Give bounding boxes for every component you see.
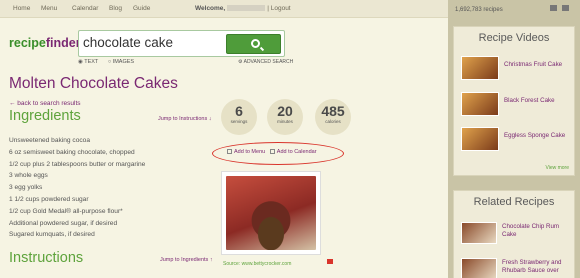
related-link[interactable]: Chocolate Chip Rum Cake [502,223,559,239]
add-to-calendar-button[interactable]: Add to Calendar [269,149,317,155]
share-icon[interactable] [550,5,557,11]
related-heading: Related Recipes [473,196,555,208]
video-link[interactable]: Eggless Sponge Cake [504,132,565,139]
ingredients-list: Unsweetened baking cocoa 6 oz semisweet … [9,135,145,241]
nav-calendar[interactable]: Calendar [72,5,98,12]
search-button[interactable] [226,34,281,54]
stat-calories: 485 calories [315,99,351,135]
recipe-actions: Add to Menu Add to Calendar [227,149,317,155]
view-more-link[interactable]: View more [545,165,569,171]
search-icon [251,39,260,48]
videos-heading: Recipe Videos [478,32,550,44]
video-thumb[interactable] [461,92,499,116]
calendar-icon [269,149,275,155]
welcome-text: Welcome, | Logout [195,5,291,12]
related-thumb[interactable] [461,222,497,244]
radio-text[interactable]: ◉ TEXT [78,59,102,65]
username-redacted [227,5,266,12]
list-item: 6 oz semisweet baking chocolate, chopped [9,148,135,156]
ingredients-heading: Ingredients [9,108,81,124]
list-item: Sugared kumquats, if desired [9,231,95,239]
nav-home[interactable]: Home [13,5,30,12]
list-item: 3 egg yolks [9,184,43,192]
molten-cake-image [226,176,316,250]
video-thumb[interactable] [461,56,499,80]
list-item: 3 whole eggs [9,172,48,180]
print-icon[interactable] [562,5,569,11]
add-to-menu-button[interactable]: Add to Menu [227,149,265,155]
jump-to-ingredients-link[interactable]: Jump to Ingredients ↑ [160,257,213,263]
radio-images[interactable]: ○ IMAGES [108,59,138,65]
list-item: 1/2 cup Gold Medal® all-purpose flour* [9,207,123,215]
related-thumb[interactable] [461,258,497,278]
instructions-heading: Instructions [9,250,84,266]
recipe-videos-panel: Recipe Videos Christmas Fruit Cake Black… [453,26,575,176]
recipe-title: Molten Chocolate Cakes [9,75,178,92]
jump-to-instructions-link[interactable]: Jump to Instructions ↓ [158,116,212,122]
video-link[interactable]: Black Forest Cake [504,97,555,104]
nav-menu[interactable]: Menu [41,5,57,12]
list-item: Additional powdered sugar, if desired [9,219,118,227]
video-link[interactable]: Christmas Fruit Cake [504,61,562,68]
search-mode: ◉ TEXT ○ IMAGES [78,59,142,65]
stat-minutes: 20 minutes [267,99,303,135]
list-item: 1/2 cup plus 2 tablespoons butter or mar… [9,160,146,168]
video-thumb[interactable] [461,127,499,151]
top-nav: Home Menu Calendar Blog Guide Welcome, | … [0,0,448,18]
search-input[interactable] [83,35,223,50]
recipe-photo [221,171,321,255]
back-to-results-link[interactable]: ← back to search results [9,100,81,107]
flag-icon[interactable] [327,259,333,264]
nav-blog[interactable]: Blog [109,5,122,12]
recipe-count: 1,692,783 recipes [455,7,503,13]
related-link[interactable]: Fresh Strawberry and Rhubarb Sauce over [502,259,562,275]
related-recipes-panel: Related Recipes Chocolate Chip Rum Cake F… [453,190,575,278]
search-box [78,30,285,57]
list-item: Unsweetened baking cocoa [9,137,91,144]
stat-servings: 6 servings [221,99,257,135]
recipefinder-logo[interactable]: recipefinder [9,36,81,50]
menu-icon [227,149,232,155]
advanced-search-link[interactable]: ⚙ ADVANCED SEARCH [238,59,293,65]
source-credit[interactable]: Source: www.bettycrocker.com [223,261,291,267]
logout-link[interactable]: | Logout [267,5,290,12]
nav-guide[interactable]: Guide [133,5,150,12]
list-item: 1 1/2 cups powdered sugar [9,195,89,203]
